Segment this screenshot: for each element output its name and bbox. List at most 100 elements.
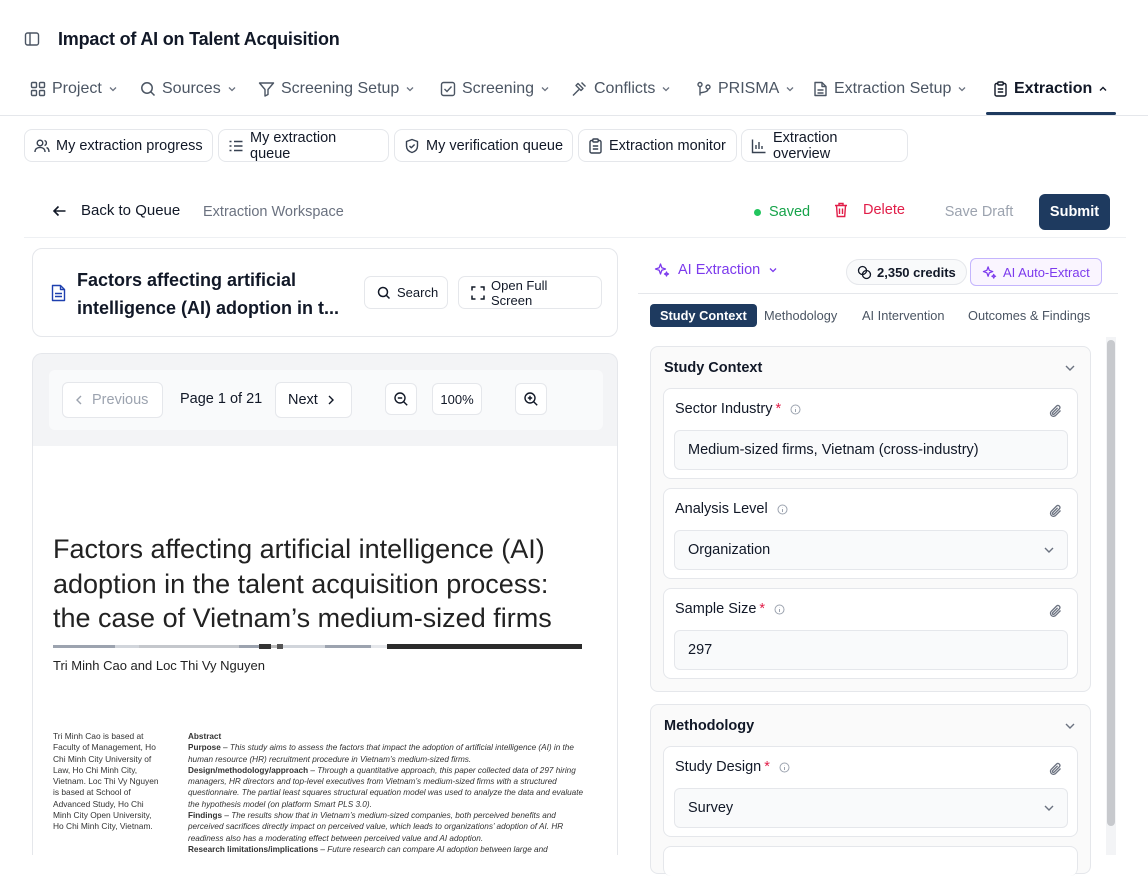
nav-screening-setup-label: Screening Setup — [281, 80, 400, 97]
active-tab-indicator — [986, 112, 1116, 115]
paper-affiliation: Tri Minh Cao is based at Faculty of Mana… — [53, 731, 159, 832]
document-title: Factors affecting artificial intelligenc… — [77, 270, 339, 318]
findings-label: Findings — [188, 811, 223, 821]
nav-conflicts[interactable]: Conflicts — [571, 76, 671, 102]
delete-button[interactable]: Delete — [834, 202, 905, 218]
back-to-queue-label: Back to Queue — [81, 202, 181, 219]
nav-conflicts-label: Conflicts — [594, 80, 656, 97]
subnav-extraction-monitor[interactable]: Extraction monitor — [578, 129, 737, 162]
previous-label: Previous — [92, 392, 149, 408]
pdf-page: Factors affecting artificial intelligenc… — [33, 446, 617, 855]
analysis-level-select[interactable]: Organization — [674, 530, 1068, 570]
submit-button[interactable]: Submit — [1039, 194, 1110, 230]
delete-label: Delete — [863, 202, 905, 218]
info-icon[interactable] — [777, 504, 788, 515]
zoom-out-icon — [393, 391, 409, 407]
info-icon[interactable] — [774, 604, 785, 615]
nav-prisma[interactable]: PRISMA — [696, 76, 795, 102]
nav-screening[interactable]: Screening — [440, 76, 550, 102]
chevron-down-icon[interactable] — [1064, 721, 1076, 731]
nav-extraction-setup[interactable]: Extraction Setup — [813, 76, 967, 102]
field-analysis-level: Analysis Level Organization — [663, 488, 1078, 579]
field-next-card — [663, 846, 1078, 876]
ai-panel-header: AI Extraction 2,350 credits AI Auto-Extr… — [638, 250, 1118, 294]
pdf-toolbar: Previous Page 1 of 21 Next 100% — [49, 370, 603, 430]
chevron-down-icon[interactable] — [1064, 363, 1076, 373]
tab-outcomes-findings[interactable]: Outcomes & Findings — [958, 304, 1100, 327]
subnav-label: My extraction queue — [250, 129, 337, 162]
arrow-left-icon — [52, 204, 67, 218]
tab-methodology[interactable]: Methodology — [754, 304, 847, 327]
subnav-my-extraction-progress[interactable]: My extraction progress — [24, 129, 213, 162]
extraction-tabs: Study Context Methodology AI Interventio… — [638, 296, 1118, 336]
section-title: Study Context — [664, 360, 763, 376]
sparkles-icon — [654, 262, 670, 278]
chevron-down-icon — [1043, 545, 1055, 555]
nav-extraction-label: Extraction — [1014, 80, 1093, 97]
workspace-toolbar: Back to Queue Extraction Workspace Saved… — [24, 186, 1126, 238]
chevron-down-icon — [227, 84, 237, 94]
required-marker: * — [764, 759, 770, 775]
required-marker: * — [775, 401, 782, 417]
tab-ai-intervention[interactable]: AI Intervention — [852, 304, 955, 327]
subnav-extraction-overview[interactable]: Extraction overview — [741, 129, 908, 162]
paperclip-icon[interactable] — [1048, 503, 1063, 519]
nav-project[interactable]: Project — [30, 76, 118, 102]
sparkles-icon — [982, 265, 997, 280]
open-full-screen-button[interactable]: Open Full Screen — [458, 276, 602, 309]
search-icon — [140, 81, 156, 97]
nav-project-label: Project — [52, 80, 102, 97]
ai-auto-extract-button[interactable]: AI Auto-Extract — [970, 258, 1102, 286]
field-label: Sector Industry * — [675, 401, 801, 417]
paperclip-icon[interactable] — [1048, 403, 1063, 419]
research-text: – Future research can compare AI adoptio… — [318, 844, 548, 854]
paperclip-icon[interactable] — [1048, 603, 1063, 619]
paperclip-icon[interactable] — [1048, 761, 1063, 777]
save-draft-button[interactable]: Save Draft — [932, 194, 1026, 230]
workspace-label: Extraction Workspace — [203, 204, 344, 220]
sidebar-toggle-icon[interactable] — [24, 31, 40, 47]
zoom-out-button[interactable] — [385, 383, 417, 415]
grid-icon — [30, 81, 46, 97]
credits-badge: 2,350 credits — [846, 259, 967, 285]
required-marker: * — [759, 601, 766, 617]
subnav-my-verification-queue[interactable]: My verification queue — [394, 129, 573, 162]
abstract-heading: Abstract — [188, 732, 222, 741]
previous-page-button[interactable]: Previous — [62, 382, 163, 418]
nav-sources[interactable]: Sources — [140, 76, 237, 102]
study-design-select[interactable]: Survey — [674, 788, 1068, 828]
search-button-label: Search — [397, 285, 439, 300]
chevron-down-icon — [1043, 803, 1055, 813]
nav-extraction[interactable]: Extraction — [993, 76, 1108, 102]
coins-icon — [857, 265, 872, 280]
nav-extraction-setup-label: Extraction Setup — [834, 80, 952, 97]
info-icon[interactable] — [790, 404, 801, 415]
next-page-button[interactable]: Next — [275, 382, 352, 418]
trash-icon — [834, 202, 848, 218]
chevron-down-icon — [540, 84, 550, 94]
sector-industry-input[interactable]: Medium-sized firms, Vietnam (cross-indus… — [674, 430, 1068, 470]
zoom-level[interactable]: 100% — [432, 383, 482, 415]
zoom-in-button[interactable] — [515, 383, 547, 415]
chevron-down-icon — [405, 84, 415, 94]
info-icon[interactable] — [779, 762, 790, 773]
list-icon — [228, 138, 244, 154]
purpose-text: – This study aims to assess the factors … — [188, 743, 574, 764]
subnav-my-extraction-queue[interactable]: My extraction queue — [218, 129, 389, 162]
purpose-label: Purpose — [188, 743, 221, 753]
search-button[interactable]: Search — [364, 276, 448, 309]
back-to-queue-button[interactable]: Back to Queue — [52, 202, 180, 219]
tab-study-context[interactable]: Study Context — [650, 304, 757, 327]
research-label: Research limitations/implications — [188, 844, 319, 854]
page-indicator: Page 1 of 21 — [180, 391, 263, 407]
sample-size-input[interactable]: 297 — [674, 630, 1068, 670]
subnav-label: Extraction monitor — [609, 137, 726, 154]
paper-abstract: Abstract Purpose – This study aims to as… — [188, 731, 584, 855]
field-label: Study Design * — [675, 759, 790, 775]
form-scrollbar[interactable] — [1107, 340, 1115, 826]
ai-auto-extract-label: AI Auto-Extract — [1003, 264, 1090, 280]
ai-extraction-dropdown[interactable]: AI Extraction — [654, 262, 778, 278]
section-title: Methodology — [664, 718, 755, 734]
nav-screening-setup[interactable]: Screening Setup — [258, 76, 415, 102]
clipboard-icon — [588, 137, 603, 154]
